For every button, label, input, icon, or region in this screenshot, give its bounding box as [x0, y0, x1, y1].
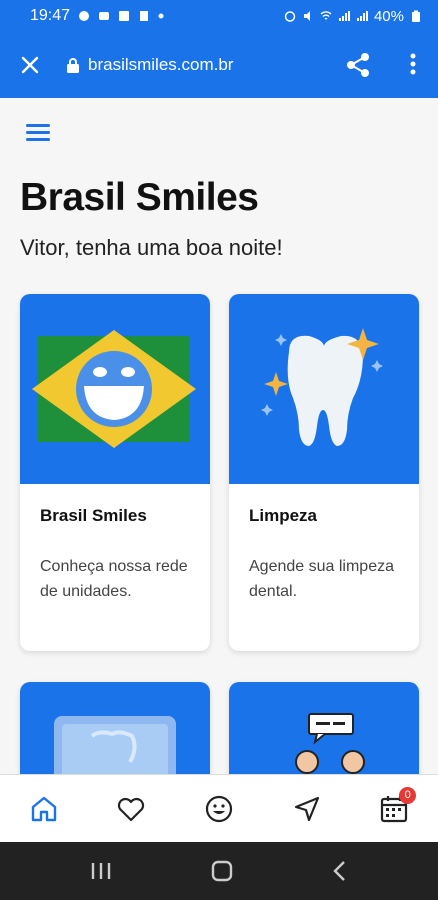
browser-toolbar: brasilsmiles.com.br	[0, 32, 438, 98]
notification-icon	[99, 12, 110, 20]
signal-icon	[338, 11, 350, 21]
share-icon[interactable]	[346, 52, 370, 78]
bottom-navigation: 0	[0, 774, 438, 842]
status-time: 19:47	[30, 7, 71, 24]
page-title: Brasil Smiles	[20, 176, 259, 219]
recent-apps-icon[interactable]	[90, 861, 112, 881]
greeting-text: Vitor, tenha uma boa noite!	[20, 235, 283, 260]
smile-icon[interactable]	[205, 795, 233, 823]
card-title: Limpeza	[249, 506, 318, 525]
home-button-icon[interactable]	[211, 860, 233, 882]
alarm-icon	[284, 11, 296, 22]
card-brasil-smiles[interactable]: Brasil Smiles Conheça nossa rede de unid…	[20, 294, 210, 651]
battery-percentage: 40%	[373, 7, 404, 25]
home-icon[interactable]	[29, 794, 59, 824]
nav-favorites[interactable]	[88, 775, 176, 842]
menu-icon[interactable]	[26, 124, 50, 145]
card-third[interactable]	[20, 682, 210, 774]
system-navigation-bar	[0, 842, 438, 900]
more-notifications-icon	[158, 13, 164, 19]
card-image	[229, 294, 419, 484]
brazil-flag-smiley-icon	[32, 330, 196, 448]
back-icon[interactable]	[332, 860, 348, 882]
card-image	[20, 682, 210, 774]
nav-home[interactable]	[0, 775, 88, 842]
notification-icon	[79, 11, 90, 21]
notification-icon	[140, 11, 149, 21]
dental-xray-icon	[54, 716, 176, 774]
consultation-icon	[295, 713, 365, 774]
status-bar: 19:47 40%	[0, 0, 438, 32]
card-description: Conheça nossa rede de unidades.	[40, 558, 188, 600]
battery-icon	[412, 10, 420, 22]
nav-calendar[interactable]: 0	[350, 775, 438, 842]
close-button[interactable]	[0, 55, 60, 75]
card-image	[229, 682, 419, 774]
notification-icon	[119, 11, 130, 21]
lock-icon	[67, 57, 79, 73]
navigation-icon[interactable]	[294, 796, 320, 822]
card-limpeza[interactable]: Limpeza Agende sua limpeza dental.	[229, 294, 419, 651]
card-image	[20, 294, 210, 484]
signal-icon	[356, 11, 368, 21]
card-title: Brasil Smiles	[40, 506, 147, 525]
nav-location[interactable]	[263, 775, 351, 842]
card-fourth[interactable]	[229, 682, 419, 774]
mute-icon	[303, 11, 310, 21]
url-text[interactable]: brasilsmiles.com.br	[88, 55, 233, 75]
more-options-icon[interactable]	[410, 52, 416, 76]
notification-badge: 0	[399, 787, 417, 804]
card-description: Agende sua limpeza dental.	[249, 558, 394, 600]
nav-smile[interactable]	[175, 775, 263, 842]
close-icon[interactable]	[20, 55, 40, 75]
tooth-sparkle-icon	[261, 328, 383, 446]
main-content: Brasil Smiles Vitor, tenha uma boa noite…	[0, 98, 438, 774]
wifi-icon	[320, 11, 332, 20]
heart-icon[interactable]	[117, 796, 145, 822]
